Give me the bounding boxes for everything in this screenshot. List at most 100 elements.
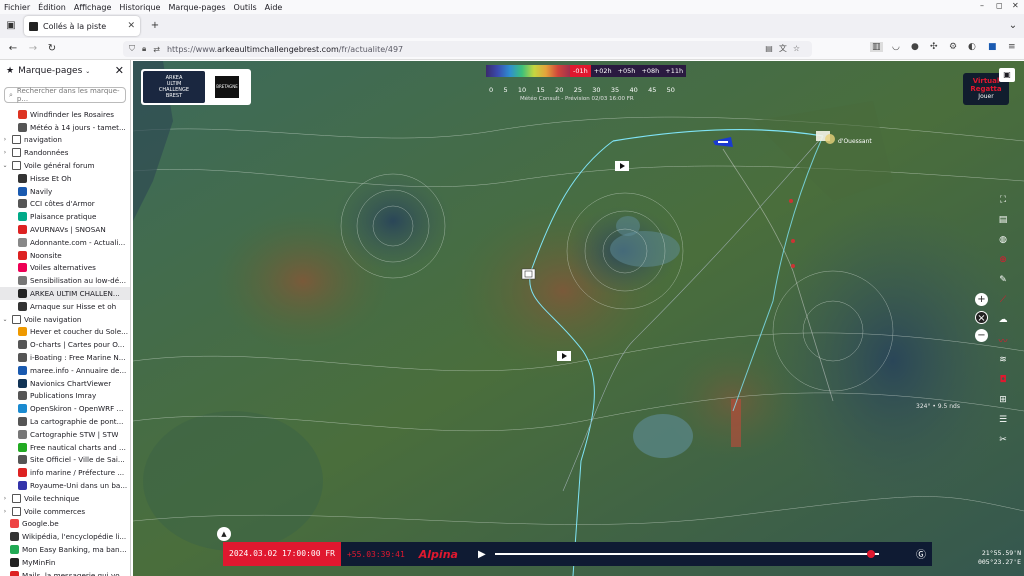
bookmark-item[interactable]: Google.be	[0, 518, 130, 531]
bookmark-item[interactable]: Plaisance pratique	[0, 210, 130, 223]
zoom-out-button[interactable]: −	[975, 329, 988, 342]
bookmark-item[interactable]: MyMinFin	[0, 556, 130, 569]
wind-route-icon[interactable]: 〰	[993, 331, 1013, 349]
tab-active[interactable]: Collés à la piste ✕	[24, 16, 140, 36]
back-icon[interactable]: ←	[6, 42, 20, 56]
settings-gear-icon[interactable]: ⚙	[949, 42, 957, 52]
bookmark-item[interactable]: Publications Imray	[0, 390, 130, 403]
bookmark-item[interactable]: O-charts | Cartes pour O...	[0, 338, 130, 351]
menu-marque-pages[interactable]: Marque-pages	[168, 3, 225, 12]
bookmark-folder[interactable]: › Voile technique	[0, 492, 130, 505]
bookmark-item[interactable]: Sensibilisation au low-dé...	[0, 274, 130, 287]
bookmark-item[interactable]: CCI côtes d'Armor	[0, 198, 130, 211]
bookmark-item[interactable]: La cartographie de pont...	[0, 415, 130, 428]
bookmark-item[interactable]: Noonsite	[0, 249, 130, 262]
timeline-knob[interactable]	[867, 550, 876, 558]
extension-e-icon[interactable]: ●	[911, 42, 919, 52]
extensions-icon[interactable]: ✣	[930, 42, 938, 52]
bookmark-item[interactable]: info marine / Préfecture ...	[0, 466, 130, 479]
bookmark-star-icon[interactable]: ☆	[793, 44, 806, 53]
menu-fichier[interactable]: Fichier	[4, 3, 30, 12]
layers-icon[interactable]: ☰	[993, 411, 1013, 429]
menu-outils[interactable]: Outils	[234, 3, 257, 12]
translate-icon[interactable]: 文	[779, 44, 793, 53]
forecast-time-option[interactable]: -01h	[570, 65, 591, 77]
list-all-tabs-icon[interactable]: ⌄	[1006, 19, 1020, 33]
maximize-icon[interactable]: ◻	[996, 1, 1003, 10]
pocket-icon[interactable]: ◡	[892, 42, 900, 52]
bookmark-folder[interactable]: ⌄ Voile général forum	[0, 159, 130, 172]
bookmark-item[interactable]: Free nautical charts and ...	[0, 441, 130, 454]
panel-toggle-icon[interactable]: ▣	[999, 68, 1015, 82]
tracking-shield-icon[interactable]: ⛉	[129, 44, 135, 54]
expand-panel-button[interactable]: ▲	[217, 527, 231, 541]
weather-icon[interactable]: ☁	[993, 311, 1013, 329]
bookmark-folder[interactable]: ⌄ Voile navigation	[0, 313, 130, 326]
bookmark-item[interactable]: ARKEA ULTIM CHALLEN...	[0, 287, 130, 300]
target-icon[interactable]: ⊕	[993, 251, 1013, 269]
permissions-icon[interactable]: ⇄	[153, 45, 160, 54]
chevron-down-icon[interactable]: ⌄	[85, 68, 90, 75]
zoom-in-button[interactable]: +	[975, 293, 988, 306]
pencil-icon[interactable]: ✎	[993, 271, 1013, 289]
replay-logo-icon[interactable]: Ⓖ	[916, 546, 926, 561]
fullscreen-icon[interactable]: ⛶	[993, 191, 1013, 209]
sidebar-title[interactable]: Marque-pages	[18, 66, 82, 76]
globe-icon[interactable]: ◍	[993, 231, 1013, 249]
book-icon[interactable]: ▤	[993, 211, 1013, 229]
bookmark-item[interactable]: Royaume-Uni dans un ba...	[0, 479, 130, 492]
tab-list-icon[interactable]: ▣	[4, 19, 18, 33]
bookmark-item[interactable]: Météo à 14 jours - tamet...	[0, 121, 130, 134]
forecast-time-option[interactable]: +08h	[638, 65, 662, 77]
reader-mode-icon[interactable]: ▤	[765, 44, 779, 53]
bookmark-item[interactable]: Cartographie STW | STW	[0, 428, 130, 441]
lock-icon[interactable]: 🔒︎	[142, 44, 146, 54]
chevron-right-icon[interactable]: ›	[0, 136, 10, 143]
new-tab-icon[interactable]: +	[148, 19, 162, 33]
menu-historique[interactable]: Historique	[119, 3, 160, 12]
bookmark-item[interactable]: Hisse Et Oh	[0, 172, 130, 185]
bookmark-item[interactable]: OpenSkiron - OpenWRF ...	[0, 402, 130, 415]
bookmark-item[interactable]: Site Officiel - Ville de Sai...	[0, 454, 130, 467]
chevron-down-icon[interactable]: ⌄	[0, 316, 10, 323]
play-icon[interactable]: ▶	[478, 549, 486, 560]
timeline-track[interactable]	[495, 553, 879, 555]
bookmark-folder[interactable]: › Randonnées	[0, 146, 130, 159]
bookmark-folder[interactable]: › Voile commerces	[0, 505, 130, 518]
app-menu-icon[interactable]: ≡	[1008, 42, 1016, 52]
forecast-time-option[interactable]: +11h	[662, 65, 686, 77]
forecast-time-option[interactable]: +05h	[615, 65, 639, 77]
bookmark-item[interactable]: Navionics ChartViewer	[0, 377, 130, 390]
reset-view-button[interactable]: ×	[975, 311, 988, 324]
vpn-icon[interactable]: ◐	[968, 42, 976, 52]
account-icon[interactable]: ■	[988, 42, 997, 52]
bookmark-item[interactable]: Arnaque sur Hisse et oh	[0, 300, 130, 313]
close-window-icon[interactable]: ✕	[1012, 1, 1019, 10]
wind-layer-icon[interactable]: ≋	[993, 351, 1013, 369]
bookmark-item[interactable]: i-Boating : Free Marine N...	[0, 351, 130, 364]
camera-icon[interactable]: ◘	[993, 371, 1013, 389]
url-bar[interactable]: ⛉ 🔒︎ ⇄ https://www.arkeaultimchallengebr…	[123, 41, 812, 57]
chevron-down-icon[interactable]: ⌄	[0, 162, 10, 169]
bookmark-item[interactable]: Mon Easy Banking, ma banq...	[0, 543, 130, 556]
bookmark-item[interactable]: Adonnante.com - Actuali...	[0, 236, 130, 249]
bookmark-item[interactable]: Windfinder les Rosaires	[0, 108, 130, 121]
bookmark-item[interactable]: Mails, la messagerie qui vo...	[0, 569, 130, 576]
chevron-right-icon[interactable]: ›	[0, 495, 10, 502]
chevron-right-icon[interactable]: ›	[0, 149, 10, 156]
race-map[interactable]: ARKEA ULTIM CHALLENGE BREST BRETAGNE -01…	[133, 61, 1024, 576]
forward-icon[interactable]: →	[26, 42, 40, 56]
bookmark-item[interactable]: Voiles alternatives	[0, 262, 130, 275]
bookmark-item[interactable]: maree.info - Annuaire de...	[0, 364, 130, 377]
menu-edition[interactable]: Édition	[38, 3, 66, 12]
bookmark-item[interactable]: AVURNAVs | SNOSAN	[0, 223, 130, 236]
chevron-right-icon[interactable]: ›	[0, 508, 10, 515]
bookmark-item[interactable]: Navily	[0, 185, 130, 198]
menu-affichage[interactable]: Affichage	[74, 3, 112, 12]
close-sidebar-icon[interactable]: ✕	[115, 64, 124, 77]
tools-icon[interactable]: ✂	[993, 431, 1013, 449]
forecast-time-option[interactable]: +02h	[591, 65, 615, 77]
bookmarks-search-input[interactable]: ⌕ Rechercher dans les marque-p...	[4, 87, 126, 103]
close-tab-icon[interactable]: ✕	[127, 21, 135, 31]
grid-icon[interactable]: ⊞	[993, 391, 1013, 409]
